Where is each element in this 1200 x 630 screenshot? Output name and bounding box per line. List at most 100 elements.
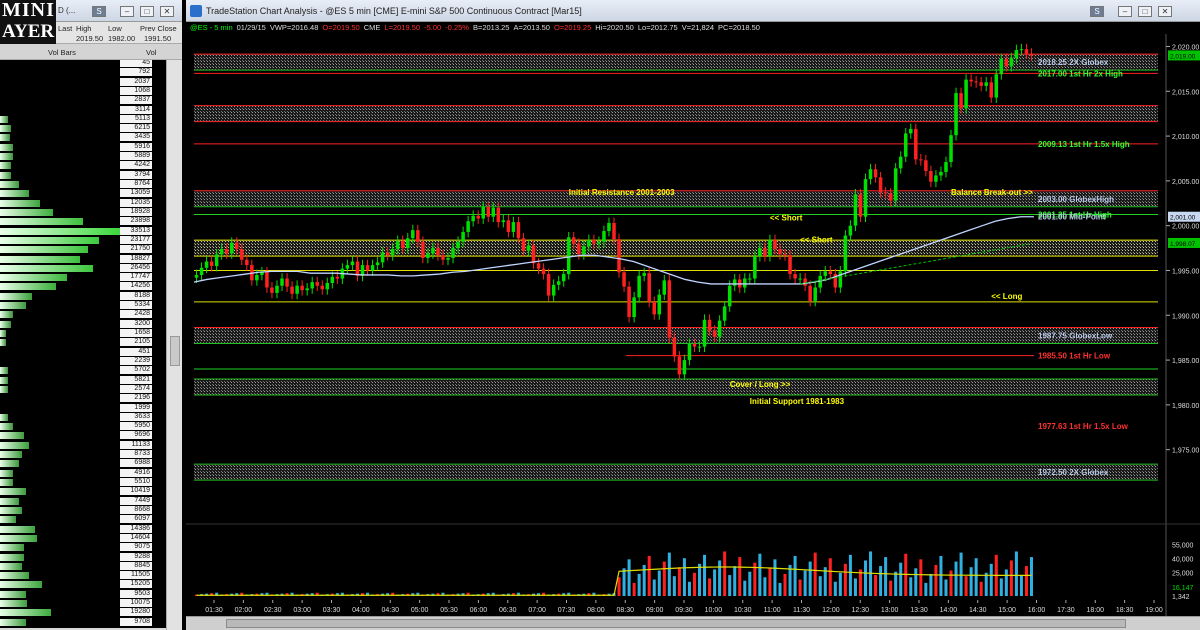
ladder-volume: 9075	[120, 543, 152, 552]
candle	[385, 252, 390, 256]
candle	[813, 287, 817, 301]
candle	[672, 337, 677, 357]
volume-bar	[0, 376, 8, 384]
chart-s-button[interactable]: S	[1090, 6, 1104, 17]
candle	[481, 206, 485, 219]
candle	[637, 275, 641, 298]
candle	[662, 280, 667, 295]
candle	[461, 231, 465, 242]
candle	[944, 162, 948, 172]
volume-bar	[748, 571, 752, 596]
chart-scrollbar[interactable]	[186, 616, 1200, 630]
volume-bar	[743, 580, 747, 596]
ladder-row: 17747	[0, 273, 166, 282]
candle	[642, 273, 646, 276]
candle	[416, 230, 420, 242]
volume-ladder-window: D (... S – □ ✕ MINI AYER Last High Low P…	[0, 0, 182, 630]
volume-bar	[677, 567, 681, 596]
volume-bar	[0, 423, 13, 431]
ladder-row: 3794	[0, 170, 166, 180]
chart-scroll-thumb[interactable]	[226, 619, 1126, 628]
chart-maximize-button[interactable]: □	[1138, 6, 1152, 17]
chart-minimize-button[interactable]: –	[1118, 6, 1132, 17]
ladder-scrollbar[interactable]	[166, 60, 182, 630]
ladder-volume: 9503	[120, 589, 152, 598]
ladder-volume: 8668	[120, 505, 152, 514]
candle	[617, 239, 621, 273]
volume-bar	[0, 162, 12, 170]
price-tick-label: 1,975.00	[1172, 448, 1199, 455]
level-zone	[194, 464, 1158, 481]
volume-bar	[0, 572, 29, 580]
volume-bar	[793, 555, 797, 596]
ladder-row: 14386	[0, 524, 166, 534]
ladder-row: 9075	[0, 543, 166, 552]
ladder-volume: 1658	[120, 329, 152, 338]
candle	[848, 225, 853, 236]
candle	[345, 265, 350, 269]
candle	[712, 330, 717, 337]
volume-bar	[808, 561, 812, 596]
volume-bar	[0, 190, 29, 198]
candle	[330, 276, 335, 284]
time-tick-label: 03:30	[323, 607, 341, 614]
chart-window-title: TradeStation Chart Analysis - @ES 5 min …	[206, 6, 582, 16]
volume-bar	[657, 570, 661, 596]
candle	[909, 128, 913, 134]
volume-bar	[874, 575, 878, 596]
chart-annotation: Cover / Long >>	[730, 380, 791, 389]
volume-bar	[798, 579, 802, 596]
chart-window-titlebar[interactable]: TradeStation Chart Analysis - @ES 5 min …	[186, 0, 1200, 22]
ladder-scroll-thumb[interactable]	[170, 336, 180, 366]
chart-close-button[interactable]: ✕	[1158, 6, 1172, 17]
ladder-row: 9696	[0, 431, 166, 440]
close-button[interactable]: ✕	[160, 6, 174, 17]
candle	[360, 265, 365, 276]
volume-bar	[622, 568, 626, 596]
time-tick-label: 10:30	[734, 607, 752, 614]
volume-bar	[818, 576, 822, 596]
volume-bar	[718, 560, 722, 596]
candle	[335, 276, 340, 279]
maximize-button[interactable]: □	[140, 6, 154, 17]
candle	[702, 319, 707, 347]
volume-tag: 16,147	[1172, 585, 1194, 592]
candle	[863, 179, 868, 217]
candle	[441, 255, 445, 260]
volume-bar	[919, 559, 923, 596]
time-tick-label: 11:30	[793, 607, 810, 614]
volume-bar	[0, 600, 28, 608]
ladder-volume: 5510	[120, 478, 152, 487]
candle	[773, 240, 777, 249]
ladder-row: 4242	[0, 161, 166, 170]
ladder-row: 3633	[0, 412, 166, 422]
candle	[1024, 49, 1029, 54]
volume-bar	[687, 581, 691, 596]
price-chart[interactable]: 2,020.00 2,015.00 2,010.00 2,005.00 2,000.00…	[186, 34, 1200, 616]
candle	[692, 343, 697, 347]
volume-bar	[0, 413, 8, 421]
volume-bar	[944, 579, 948, 596]
candle	[194, 274, 199, 278]
candle	[974, 81, 978, 83]
ladder-volume: 2196	[120, 394, 152, 403]
ladder-volume: 2837	[120, 96, 152, 105]
candle	[768, 240, 772, 257]
status-field: Hi=2020.50	[595, 23, 634, 32]
chart-status-line: @ES - 5 min 01/29/15 VWP=2016.48 O=2019.50 C…	[186, 22, 1200, 34]
candle	[556, 281, 561, 285]
time-tick-label: 06:00	[470, 607, 488, 614]
ladder-row: 4916	[0, 468, 166, 478]
price-tag-label: 2,001.00	[1170, 215, 1196, 222]
time-tick-label: 09:30	[675, 607, 693, 614]
level-label: 1987.75 GlobexLow	[1038, 331, 1113, 340]
ladder-row: 23177	[0, 235, 166, 245]
volume-bar	[0, 488, 26, 496]
candle	[657, 294, 662, 315]
ladder-volume: 8764	[120, 180, 152, 189]
minimize-button[interactable]: –	[120, 6, 134, 17]
chart-annotation: Initial Resistance 2001-2003	[569, 188, 675, 197]
s-button[interactable]: S	[92, 6, 106, 17]
candle	[446, 257, 450, 260]
candle	[919, 159, 923, 161]
